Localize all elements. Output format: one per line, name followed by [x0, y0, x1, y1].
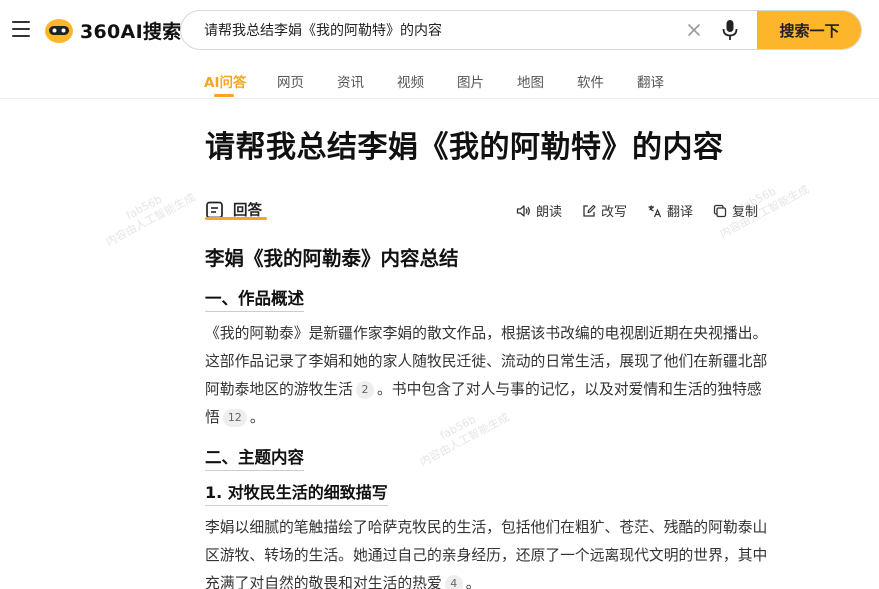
answer-content: 李娟《我的阿勒泰》内容总结 一、作品概述 《我的阿勒泰》是新疆作家李娟的散文作品… [205, 242, 775, 589]
tab-video[interactable]: 视频 [397, 71, 424, 91]
section-paragraph: 《我的阿勒泰》是新疆作家李娟的散文作品，根据该书改编的电视剧近期在央视播出。这部… [205, 320, 775, 432]
paragraph-text: 。 [249, 409, 265, 426]
speaker-icon [516, 204, 530, 217]
answer-actions: 朗读 改写 翻译 复制 [516, 201, 758, 220]
citation-badge[interactable]: 4 [444, 575, 463, 589]
section-heading: 一、作品概述 [205, 285, 304, 312]
active-tab-indicator [214, 94, 234, 97]
rewrite-button[interactable]: 改写 [582, 201, 627, 220]
translate-label: 翻译 [667, 205, 694, 220]
menu-icon[interactable] [12, 21, 30, 37]
section-paragraph: 李娟以细腻的笔触描绘了哈萨克牧民的生活，包括他们在粗犷、苍茫、残酷的阿勒泰山区游… [205, 514, 775, 589]
copy-label: 复制 [732, 205, 759, 220]
answer-tab-indicator [205, 217, 267, 220]
logo-icon [44, 15, 74, 45]
citation-badge[interactable]: 12 [222, 409, 247, 427]
watermark-line: fab56b [737, 184, 779, 215]
citation-badge[interactable]: 2 [355, 381, 374, 399]
edit-icon [583, 204, 596, 217]
paragraph-text: 。 [465, 575, 481, 589]
search-button[interactable]: 搜索一下 [757, 11, 861, 49]
tab-web[interactable]: 网页 [277, 71, 304, 91]
translate-icon [648, 205, 662, 217]
tab-images[interactable]: 图片 [457, 71, 484, 91]
tab-news[interactable]: 资讯 [337, 71, 364, 91]
read-aloud-button[interactable]: 朗读 [516, 201, 562, 220]
answer-heading: 李娟《我的阿勒泰》内容总结 [205, 247, 459, 270]
rewrite-label: 改写 [601, 205, 628, 220]
page-title: 请帮我总结李娟《我的阿勒特》的内容 [205, 130, 724, 165]
subsection-heading: 1. 对牧民生活的细致描写 [205, 479, 388, 506]
clear-icon[interactable] [682, 18, 706, 42]
logo-text: 360AI搜索 [80, 20, 182, 43]
tab-maps[interactable]: 地图 [517, 71, 544, 91]
read-aloud-label: 朗读 [536, 205, 563, 220]
watermark: fab56b 内容由人工智能生成 [97, 178, 198, 249]
tab-ai-qa[interactable]: AI问答 [204, 71, 246, 91]
paragraph-text: 李娟以细腻的笔触描绘了哈萨克牧民的生活，包括他们在粗犷、苍茫、残酷的阿勒泰山区游… [205, 519, 768, 589]
search-bar: 搜索一下 [180, 10, 862, 50]
microphone-icon[interactable] [718, 18, 742, 42]
search-tabs: AI问答 网页 资讯 视频 图片 地图 软件 翻译 [0, 67, 879, 99]
tab-translate[interactable]: 翻译 [637, 71, 664, 91]
answer-icon [206, 201, 223, 218]
copy-icon [713, 204, 727, 217]
watermark-line: 内容由人工智能生成 [103, 190, 198, 249]
copy-button[interactable]: 复制 [713, 201, 758, 220]
search-input[interactable] [181, 11, 682, 49]
translate-button[interactable]: 翻译 [647, 201, 693, 220]
watermark-line: fab56b [123, 192, 165, 223]
logo[interactable]: 360AI搜索 [44, 15, 182, 45]
tab-software[interactable]: 软件 [577, 71, 604, 91]
section-heading: 二、主题内容 [205, 444, 304, 471]
